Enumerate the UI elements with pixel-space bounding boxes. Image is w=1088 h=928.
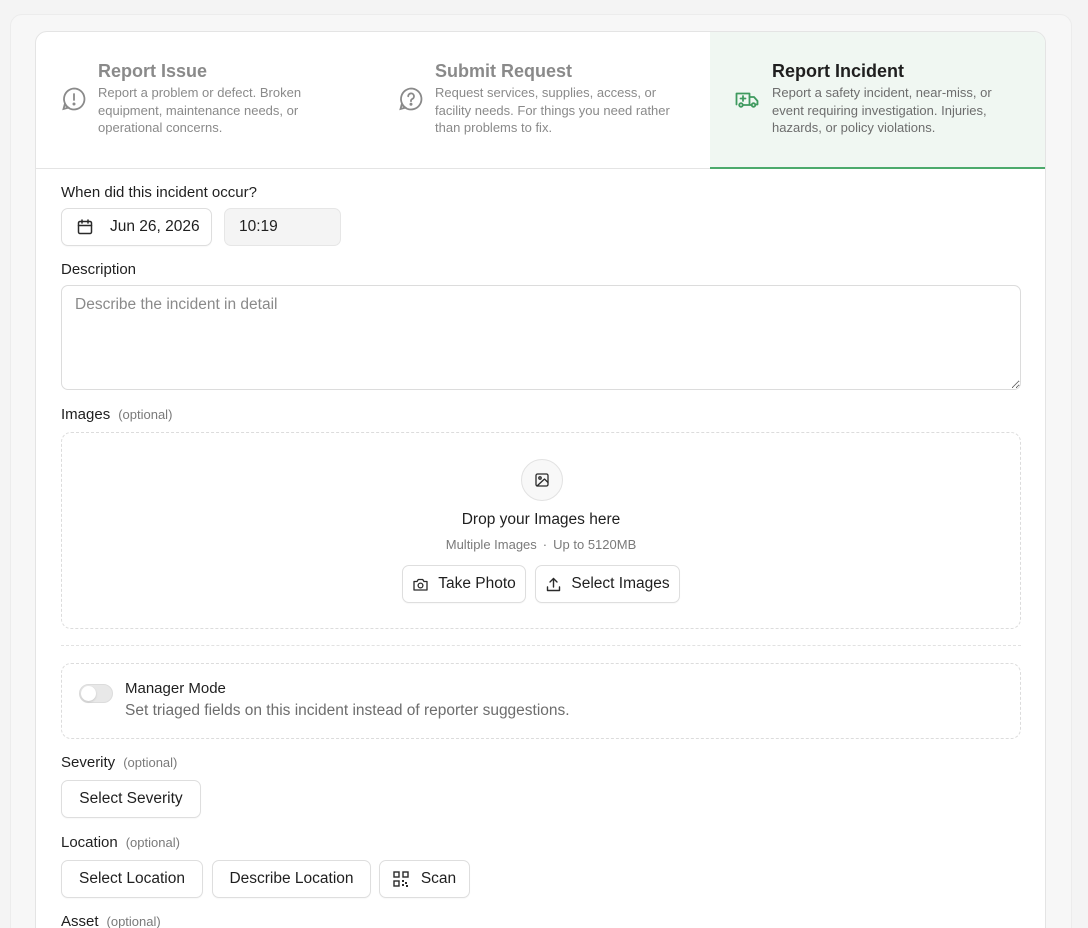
image-icon <box>521 459 563 501</box>
dropzone-subtitle: Multiple Images · Up to 5120MB <box>62 537 1020 552</box>
dropzone-subtitle-count: Multiple Images <box>445 537 537 552</box>
select-severity-button[interactable]: Select Severity <box>61 780 201 818</box>
description-label: Description <box>61 261 137 278</box>
manager-mode-description: Set triaged fields on this incident inst… <box>125 702 570 719</box>
manager-mode-toggle[interactable] <box>79 684 113 703</box>
optional-tag: (optional) <box>125 835 180 850</box>
image-dropzone[interactable]: Drop your Images here Multiple Images · Up… <box>61 432 1021 629</box>
severity-label-text: Severity <box>61 754 116 771</box>
asset-label: Asset (optional) <box>61 913 161 928</box>
scan-button[interactable]: Scan <box>379 860 470 898</box>
optional-tag: (optional) <box>106 914 161 928</box>
describe-location-button[interactable]: Describe Location <box>212 860 371 898</box>
asset-label-text: Asset <box>61 913 99 928</box>
scan-label: Scan <box>420 870 457 887</box>
take-photo-label: Take Photo <box>438 575 516 592</box>
tab-title: Report Incident <box>772 61 905 81</box>
tab-description: Request services, supplies, access, or f… <box>435 85 670 135</box>
select-images-button[interactable]: Select Images <box>535 565 680 603</box>
toggle-knob <box>81 686 96 701</box>
manager-mode-title: Manager Mode <box>125 680 226 697</box>
optional-tag: (optional) <box>118 407 173 422</box>
take-photo-button[interactable]: Take Photo <box>402 565 526 603</box>
images-label-text: Images <box>61 406 111 423</box>
tab-report-issue[interactable]: Report Issue Report a problem or defect.… <box>36 32 373 169</box>
select-location-button[interactable]: Select Location <box>61 860 203 898</box>
manager-mode-panel: Manager Mode Set triaged fields on this … <box>61 663 1021 739</box>
select-location-label: Select Location <box>79 870 185 887</box>
time-input[interactable] <box>224 208 341 246</box>
help-circle-icon <box>397 85 425 113</box>
description-textarea[interactable] <box>61 285 1021 390</box>
images-label: Images (optional) <box>61 406 172 423</box>
tab-title: Report Issue <box>98 61 208 81</box>
separator-dot: · <box>542 537 548 552</box>
dropzone-title: Drop your Images here <box>461 511 621 528</box>
tab-submit-request[interactable]: Submit Request Request services, supplie… <box>373 32 710 169</box>
select-images-label: Select Images <box>571 575 670 592</box>
request-type-tabs: Report Issue Report a problem or defect.… <box>36 32 1045 169</box>
severity-label: Severity (optional) <box>61 754 177 771</box>
describe-location-label: Describe Location <box>229 870 354 887</box>
tab-title: Submit Request <box>435 61 573 81</box>
tab-description: Report a problem or defect. Broken equip… <box>98 85 302 135</box>
date-value: Jun 26, 2026 <box>110 218 200 235</box>
tab-report-incident[interactable]: Report Incident Report a safety incident… <box>710 32 1045 169</box>
ambulance-icon <box>734 85 762 113</box>
dropzone-subtitle-size: Up to 5120MB <box>553 537 637 552</box>
optional-tag: (optional) <box>123 755 178 770</box>
when-label: When did this incident occur? <box>61 184 257 201</box>
calendar-icon <box>77 219 93 235</box>
location-label: Location (optional) <box>61 834 180 851</box>
incident-form-card: Report Issue Report a problem or defect.… <box>35 31 1046 928</box>
upload-icon <box>547 577 561 591</box>
tab-description: Report a safety incident, near-miss, or … <box>772 85 992 135</box>
alert-circle-icon <box>60 85 88 113</box>
camera-icon <box>413 578 428 591</box>
section-divider <box>61 645 1021 646</box>
location-label-text: Location <box>61 834 118 851</box>
qr-code-icon <box>393 871 409 887</box>
select-severity-label: Select Severity <box>79 790 183 807</box>
date-picker-button[interactable]: Jun 26, 2026 <box>61 208 212 246</box>
